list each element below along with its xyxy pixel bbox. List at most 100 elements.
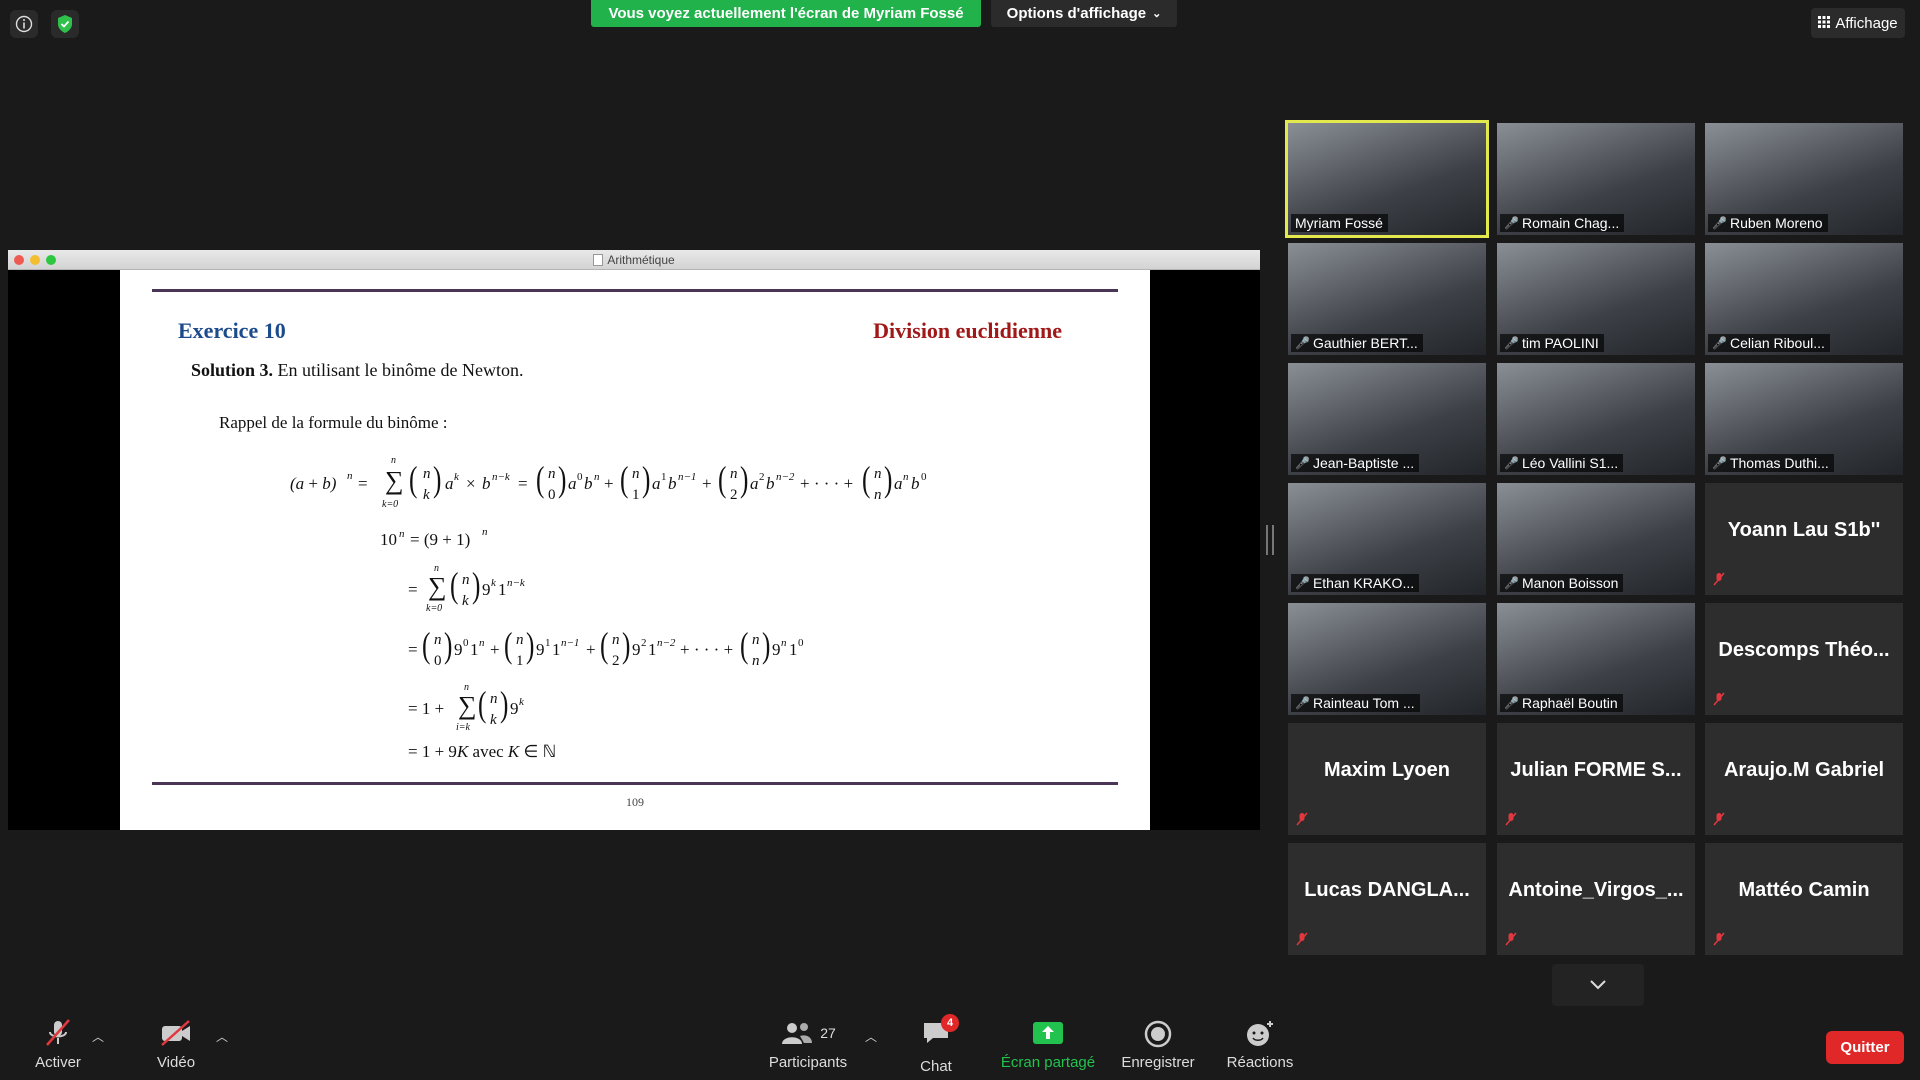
participant-tile[interactable]: 🎤 Manon Boisson [1497, 483, 1695, 595]
mic-muted-icon [1713, 812, 1725, 829]
chevron-down-icon [1590, 980, 1606, 990]
svg-text:n: n [347, 470, 353, 482]
svg-text:+: + [490, 640, 500, 659]
meeting-info-icon[interactable] [10, 10, 38, 38]
mic-muted-icon: 🎤 [1504, 336, 1519, 350]
participant-tile[interactable]: Lucas DANGLA... [1288, 843, 1486, 955]
svg-text:n: n [479, 637, 485, 649]
participant-tile[interactable]: 🎤 Léo Vallini S1... [1497, 363, 1695, 475]
participants-options-caret[interactable]: ︿ [865, 1028, 877, 1045]
participant-name: Antoine_Virgos_... [1508, 879, 1684, 901]
svg-text:a: a [750, 474, 759, 493]
bottom-rule [152, 782, 1118, 785]
participants-button[interactable]: 27 Participants [762, 1020, 854, 1071]
layout-button[interactable]: Affichage [1811, 8, 1905, 38]
exercise-title: Exercice 10 [178, 318, 286, 343]
chevron-down-icon: ⌄ [1152, 8, 1162, 20]
view-options-button[interactable]: Options d'affichage ⌄ [991, 0, 1177, 27]
participant-name: Celian Riboul... [1729, 335, 1825, 351]
next-page-button[interactable] [1552, 964, 1644, 1006]
svg-text:): ) [622, 625, 630, 666]
shared-screen: Arithmétique Exercice 10 Division euclid… [8, 250, 1260, 830]
svg-text:(: ( [718, 459, 726, 500]
video-options-caret[interactable]: ︿ [216, 1028, 228, 1045]
svg-text:n−k: n−k [492, 471, 511, 483]
participant-name-label: 🎤 tim PAOLINI [1500, 334, 1604, 352]
chat-button[interactable]: 4 Chat [906, 1014, 966, 1075]
reactions-button[interactable]: Réactions [1220, 1020, 1300, 1071]
participant-tile[interactable]: 🎤 Jean-Baptiste ... [1288, 363, 1486, 475]
participant-name: Gauthier BERT... [1312, 335, 1418, 351]
mic-muted-icon: 🎤 [1712, 216, 1727, 230]
encryption-shield-icon[interactable] [51, 10, 79, 38]
chat-badge: 4 [941, 1014, 959, 1032]
participant-tile[interactable]: 🎤 tim PAOLINI [1497, 243, 1695, 355]
rappel-text: Rappel de la formule du binôme : [219, 413, 448, 432]
participant-tile[interactable]: 🎤 Rainteau Tom ... [1288, 603, 1486, 715]
participant-name: Romain Chag... [1521, 215, 1620, 231]
participant-tile[interactable]: Maxim Lyoen [1288, 723, 1486, 835]
svg-text:n: n [482, 526, 488, 538]
svg-text:n: n [632, 466, 640, 482]
svg-text:b: b [584, 474, 593, 493]
participant-tile[interactable]: Yoann Lau S1b'' [1705, 483, 1903, 595]
mic-muted-icon: 🎤 [1712, 336, 1727, 350]
participant-tile[interactable]: 🎤 Raphaël Boutin [1497, 603, 1695, 715]
svg-text:(: ( [600, 625, 608, 666]
svg-text:k: k [519, 696, 525, 708]
participant-tile[interactable]: 🎤 Ruben Moreno [1705, 123, 1903, 235]
svg-text:a: a [568, 474, 577, 493]
mic-muted-icon [46, 1019, 70, 1046]
participant-name: Lucas DANGLA... [1304, 879, 1470, 901]
svg-text:1: 1 [789, 640, 798, 659]
participant-name-label: 🎤 Thomas Duthi... [1708, 454, 1834, 472]
svg-text:9: 9 [632, 640, 641, 659]
participant-tile[interactable]: 🎤 Celian Riboul... [1705, 243, 1903, 355]
participant-tile[interactable]: 🎤 Thomas Duthi... [1705, 363, 1903, 475]
participant-tile[interactable]: Araujo.M Gabriel [1705, 723, 1903, 835]
svg-text:= (9 + 1): = (9 + 1) [410, 530, 470, 549]
svg-text:): ) [762, 625, 770, 666]
document-page: Exercice 10 Division euclidienne Solutio… [120, 270, 1150, 830]
svg-text:1: 1 [470, 640, 479, 659]
participant-tile[interactable]: Antoine_Virgos_... [1497, 843, 1695, 955]
participant-tile[interactable]: 🎤 Romain Chag... [1497, 123, 1695, 235]
document-icon [593, 253, 604, 266]
unmute-button[interactable]: Activer [28, 1018, 88, 1071]
mic-muted-icon [1505, 932, 1517, 949]
svg-text:): ) [472, 565, 480, 606]
participants-label: Participants [768, 1054, 848, 1071]
participant-name: Ruben Moreno [1729, 215, 1823, 231]
participant-tile[interactable]: Julian FORME S... [1497, 723, 1695, 835]
record-button[interactable]: Enregistrer [1118, 1020, 1198, 1071]
share-screen-button[interactable]: Écran partagé [993, 1020, 1103, 1071]
audio-options-caret[interactable]: ︿ [92, 1028, 104, 1045]
svg-text:n: n [462, 572, 470, 588]
video-off-icon [161, 1020, 190, 1046]
video-label: Vidéo [156, 1054, 196, 1071]
svg-text:(a + b): (a + b) [290, 474, 337, 493]
participant-tile[interactable]: 🎤 Gauthier BERT... [1288, 243, 1486, 355]
svg-text:2: 2 [612, 653, 620, 669]
svg-text:2: 2 [730, 487, 738, 503]
start-video-button[interactable]: Vidéo [146, 1018, 206, 1071]
participant-tile[interactable]: Myriam Fossé [1285, 120, 1489, 238]
svg-text:1: 1 [516, 653, 524, 669]
svg-text:b: b [668, 474, 677, 493]
svg-text:n: n [730, 466, 738, 482]
participant-tile[interactable]: Descomps Théo... [1705, 603, 1903, 715]
svg-text:): ) [642, 459, 650, 500]
participant-name-label: 🎤 Gauthier BERT... [1291, 334, 1423, 352]
svg-text:k: k [454, 471, 460, 483]
svg-text:9: 9 [772, 640, 781, 659]
resize-handle[interactable] [1266, 525, 1274, 555]
participant-tile[interactable]: Mattéo Camin [1705, 843, 1903, 955]
participant-name-label: 🎤 Ruben Moreno [1708, 214, 1828, 232]
svg-text:n: n [399, 528, 405, 540]
svg-text:9: 9 [482, 580, 491, 599]
participant-name: Raphaël Boutin [1521, 695, 1618, 711]
leave-meeting-button[interactable]: Quitter [1826, 1031, 1904, 1064]
participant-tile[interactable]: 🎤 Ethan KRAKO... [1288, 483, 1486, 595]
top-rule [152, 289, 1118, 292]
participant-name: Yoann Lau S1b'' [1727, 519, 1881, 541]
